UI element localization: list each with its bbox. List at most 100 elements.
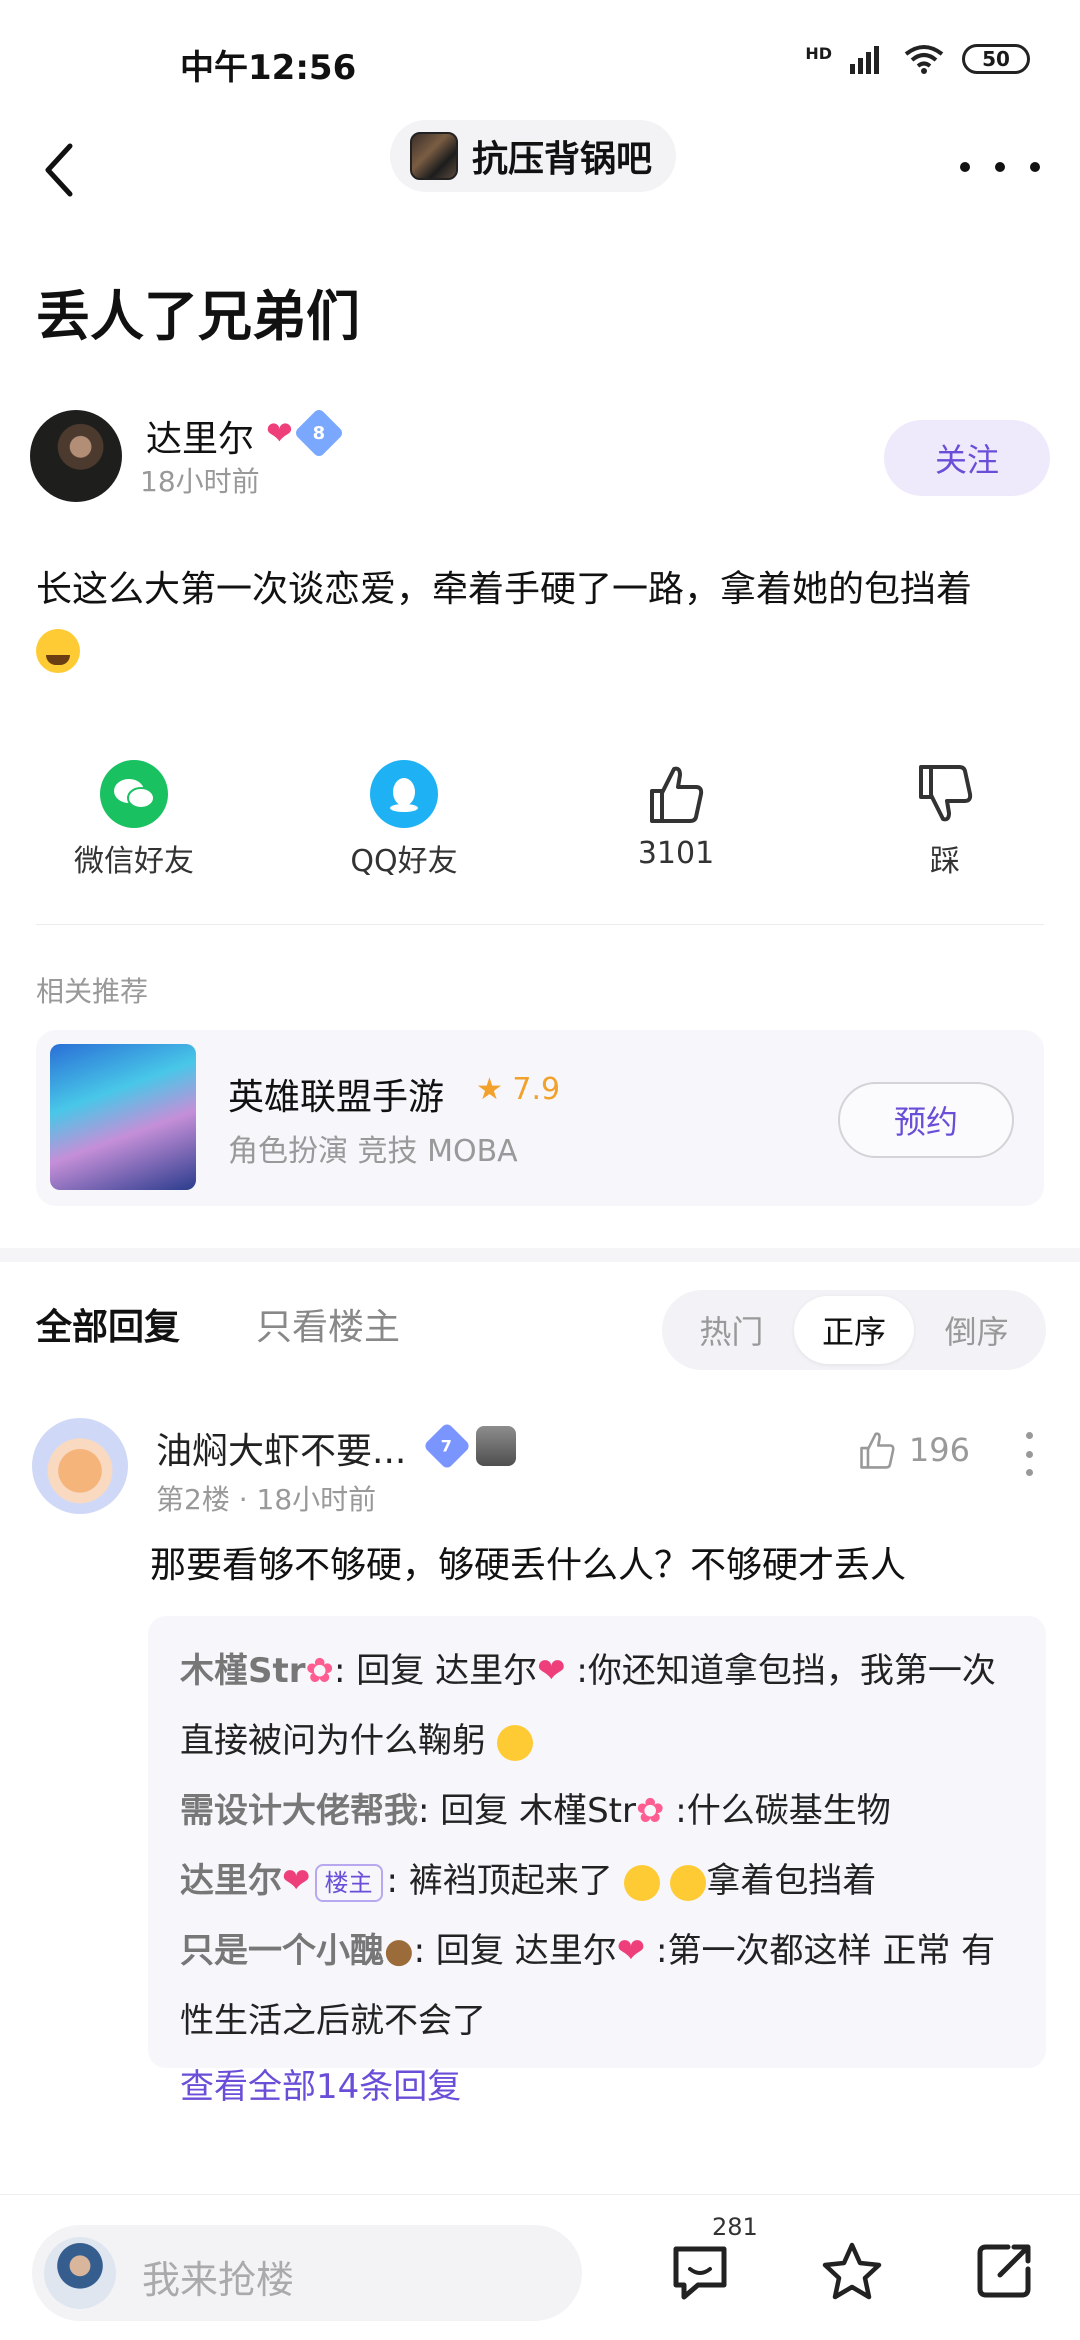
more-dot-icon <box>1026 1432 1033 1439</box>
thumbs-up-icon <box>860 1432 895 1469</box>
share-icon[interactable] <box>972 2239 1036 2303</box>
game-card[interactable]: 英雄联盟手游 ★ 7.9 角色扮演 竞技 MOBA 预约 <box>36 1030 1044 1206</box>
follow-button[interactable]: 关注 <box>884 420 1050 496</box>
crying-emoji-icon <box>623 1864 660 1901</box>
more-dot-icon <box>1026 1450 1033 1458</box>
crying-emoji-icon <box>36 629 80 673</box>
commenter-name[interactable]: 油焖大虾不要... <box>156 1422 406 1474</box>
game-tags: 角色扮演 竞技 MOBA <box>228 1134 518 1169</box>
medal-icon <box>476 1426 516 1466</box>
share-wechat-label: 微信好友 <box>74 844 194 879</box>
level-number: 8 <box>312 422 326 444</box>
comment-more-button[interactable] <box>1026 1432 1036 1476</box>
more-options-button[interactable] <box>960 142 1040 192</box>
share-qq-label: QQ好友 <box>350 844 458 879</box>
comment-like-button[interactable]: 196 <box>857 1430 970 1470</box>
share-row: 微信好友 QQ好友 3101 踩 <box>0 760 1080 890</box>
thumbs-up-icon <box>642 760 710 828</box>
more-dot-icon <box>1026 1469 1033 1476</box>
sort-ascending[interactable]: 正序 <box>793 1296 914 1364</box>
post-title: 丢人了兄弟们 <box>36 285 360 348</box>
star-icon[interactable] <box>820 2239 884 2303</box>
reserve-button[interactable]: 预约 <box>838 1082 1014 1158</box>
sort-toggle: 热门 正序 倒序 <box>662 1290 1046 1370</box>
author-row: 达里尔 ❤ 8 18小时前 关注 <box>30 407 1050 504</box>
sub-replies-box[interactable]: 木槿Str✿: 回复 达里尔❤ :你还知道拿包挡，我第一次直接被问为什么鞠躬 需… <box>148 1616 1046 2107</box>
sub-reply: 达里尔❤ 楼主: 裤裆顶起来了 拿着包挡着 <box>180 1846 1022 1916</box>
sort-hot[interactable]: 热门 <box>671 1296 791 1364</box>
shy-emoji-icon <box>496 1724 533 1761</box>
share-qq-button[interactable]: QQ好友 <box>304 760 504 880</box>
like-count: 3101 <box>637 836 715 871</box>
reply-input[interactable]: 我来抢楼 <box>32 2225 582 2321</box>
post-body-text: 长这么大第一次谈恋爱，牵着手硬了一路，拿着她的包挡着 <box>36 569 973 610</box>
sub-reply-text: 拿着包挡着 <box>706 1861 877 1901</box>
author-avatar[interactable] <box>30 410 122 502</box>
sub-reply-nick[interactable]: 需设计大佬帮我 <box>180 1791 418 1831</box>
heart-icon: ❤ <box>266 414 293 452</box>
op-tag: 楼主 <box>314 1863 383 1902</box>
forum-avatar <box>410 132 458 180</box>
reply-count: 281 <box>712 2213 758 2241</box>
crying-emoji-icon <box>670 1864 707 1901</box>
like-button[interactable]: 3101 <box>576 760 776 871</box>
dislike-button[interactable]: 踩 <box>845 760 1045 880</box>
commenter-badges: 7 <box>422 1421 516 1471</box>
section-separator <box>0 1248 1080 1262</box>
game-title: 英雄联盟手游 <box>228 1077 445 1118</box>
dislike-label: 踩 <box>930 844 960 879</box>
forum-name: 抗压背锅吧 <box>472 139 653 180</box>
status-time: 中午12:56 <box>180 48 357 88</box>
battery-icon: 50 <box>962 44 1030 74</box>
view-all-replies-link[interactable]: 查看全部14条回复 <box>180 2056 1022 2118</box>
sub-reply: 只是一个小醜●: 回复 达里尔❤ :第一次都这样 正常 有性生活之后就不会了 <box>180 1916 1022 2056</box>
my-avatar <box>44 2237 116 2309</box>
author-name[interactable]: 达里尔 <box>146 410 254 462</box>
tab-op-only[interactable]: 只看楼主 <box>256 1298 400 1350</box>
heart-icon: ❤ <box>616 1931 646 1971</box>
reply-placeholder: 我来抢楼 <box>142 2258 295 2302</box>
more-dot-icon <box>995 162 1005 172</box>
comment-meta: 第2楼 · 18小时前 <box>156 1483 377 1516</box>
sub-reply: 需设计大佬帮我: 回复 木槿Str✿ :什么碳基生物 <box>180 1776 1022 1846</box>
post-time: 18小时前 <box>140 465 260 498</box>
sub-reply-nick[interactable]: 只是一个小醜 <box>180 1931 384 1971</box>
sub-reply-prefix: : 回复 木槿Str <box>418 1791 636 1831</box>
wifi-icon <box>904 45 944 74</box>
commenter-avatar[interactable] <box>32 1418 128 1514</box>
wechat-icon <box>100 760 168 828</box>
chevron-left-icon <box>45 143 73 197</box>
divider <box>36 924 1044 925</box>
sub-reply: 木槿Str✿: 回复 达里尔❤ :你还知道拿包挡，我第一次直接被问为什么鞠躬 <box>180 1636 1022 1776</box>
more-dot-icon <box>1030 162 1040 172</box>
sub-reply-prefix: : 裤裆顶起来了 <box>386 1861 613 1901</box>
heart-icon: ❤ <box>282 1861 311 1901</box>
sub-reply-nick[interactable]: 达里尔 <box>180 1861 282 1901</box>
flower-icon: ✿ <box>305 1651 335 1691</box>
back-button[interactable] <box>40 140 100 210</box>
bottom-bar: 我来抢楼 281 <box>0 2194 1080 2340</box>
qq-icon <box>370 760 438 828</box>
battery-level: 50 <box>982 47 1010 71</box>
comment-body: 那要看够不够硬，够硬丢什么人？不够硬才丢人 <box>150 1545 907 1586</box>
flower-icon: ✿ <box>635 1791 665 1831</box>
game-rating: ★ 7.9 <box>476 1072 561 1107</box>
status-bar: 中午12:56 HD 50 <box>0 0 1080 120</box>
comment-icon[interactable] <box>668 2239 732 2303</box>
network-label: HD <box>805 44 832 63</box>
sub-reply-nick[interactable]: 木槿Str <box>180 1651 306 1691</box>
game-cover-image <box>50 1044 196 1190</box>
post-body: 长这么大第一次谈恋爱，牵着手硬了一路，拿着她的包挡着 <box>36 560 1046 680</box>
sub-reply-prefix: : 回复 达里尔 <box>334 1651 538 1691</box>
tab-all-replies[interactable]: 全部回复 <box>36 1298 180 1350</box>
comment-like-count: 196 <box>908 1431 970 1469</box>
status-icons: HD 50 <box>805 44 1030 74</box>
sort-descending[interactable]: 倒序 <box>917 1296 1037 1364</box>
sub-reply-prefix: : 回复 达里尔 <box>413 1931 617 1971</box>
related-label: 相关推荐 <box>36 975 149 1008</box>
forum-pill[interactable]: 抗压背锅吧 <box>390 120 677 192</box>
commenter-level-number: 7 <box>441 1436 453 1456</box>
commenter-level-badge: 7 <box>422 1421 472 1471</box>
share-wechat-button[interactable]: 微信好友 <box>34 760 234 880</box>
thumbs-down-icon <box>911 760 979 828</box>
